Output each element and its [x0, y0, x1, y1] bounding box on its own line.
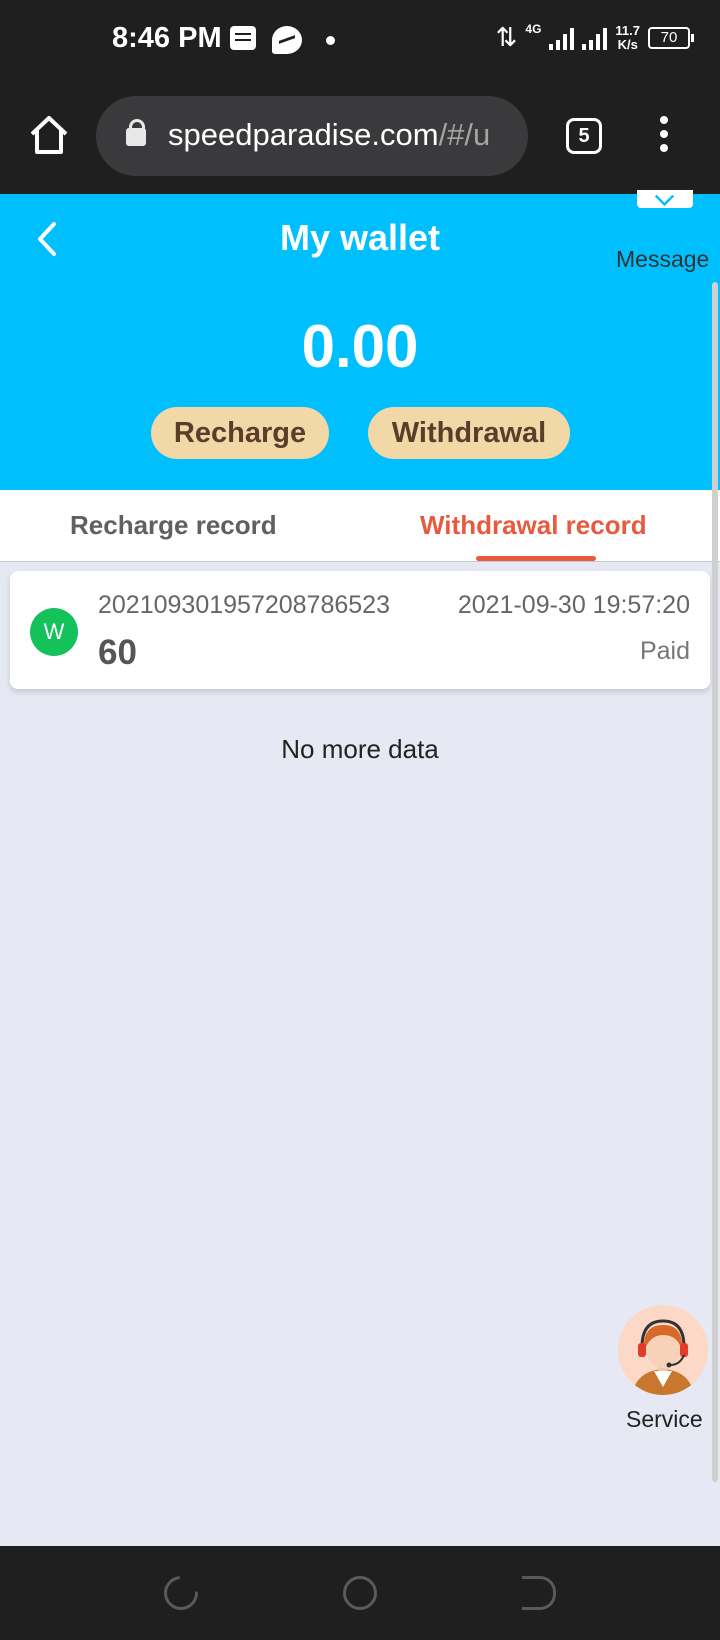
recent-apps-icon[interactable]: [157, 1569, 205, 1617]
signal-icon-2: [582, 26, 608, 50]
status-right: ⇅ 4G 11.7 K/s 70: [495, 22, 694, 53]
scrollbar[interactable]: [712, 282, 718, 1482]
active-tab-indicator: [476, 556, 596, 561]
address-bar[interactable]: speedparadise.com/#/u: [96, 96, 528, 176]
list-end-text: No more data: [281, 734, 439, 764]
lock-icon: [126, 119, 146, 146]
status-time: 8:46 PM: [112, 22, 222, 54]
browser-toolbar: speedparadise.com/#/u 5: [0, 84, 720, 194]
message-button[interactable]: Message: [616, 246, 709, 273]
tab-recharge-record[interactable]: Recharge record: [70, 510, 277, 541]
data-arrows-icon: ⇅: [495, 22, 518, 52]
signal-icon: [549, 26, 575, 50]
home-circle-icon[interactable]: [343, 1576, 377, 1610]
withdrawal-button[interactable]: Withdrawal: [368, 407, 570, 459]
dot-icon: [326, 36, 335, 45]
url-domain: speedparadise.com: [168, 117, 439, 152]
record-avatar: W: [30, 608, 78, 656]
overflow-menu-icon[interactable]: [654, 116, 674, 156]
home-icon[interactable]: [26, 112, 72, 158]
url-path: /#/u: [438, 117, 491, 152]
page-title: My wallet: [279, 217, 441, 258]
network-speed: 11.7 K/s: [615, 22, 640, 52]
tab-withdrawal-record[interactable]: Withdrawal record: [420, 510, 647, 541]
network-type: 4G: [525, 22, 542, 36]
record-amount: 60: [98, 633, 137, 672]
message-icon[interactable]: [637, 190, 693, 208]
back-icon[interactable]: [522, 1576, 556, 1610]
service-label[interactable]: Service: [626, 1406, 703, 1433]
system-nav-bar: [0, 1546, 720, 1640]
messenger-icon: [272, 26, 302, 54]
tabs-icon[interactable]: 5: [566, 118, 602, 154]
record-status: Paid: [639, 637, 690, 665]
record-time: 2021-09-30 19:57:20: [457, 591, 690, 619]
customer-service-agent-icon[interactable]: [618, 1305, 708, 1395]
wallet-header: My wallet Message 0.00 Recharge Withdraw…: [0, 190, 720, 490]
url-text[interactable]: speedparadise.com/#/u: [168, 117, 518, 153]
record-order-number: 202109301957208786523: [98, 591, 390, 619]
wallet-balance: 0.00: [301, 313, 419, 380]
recharge-button[interactable]: Recharge: [151, 407, 329, 459]
record-card[interactable]: W 202109301957208786523 60 2021-09-30 19…: [10, 571, 710, 689]
status-bar: 8:46 PM ⇅ 4G 11.7 K/s 70: [0, 0, 720, 84]
record-tabs: Recharge record Withdrawal record: [0, 490, 720, 562]
speed-value: 11.7: [615, 22, 640, 38]
battery-icon: 70: [648, 26, 694, 49]
news-icon: [230, 26, 256, 50]
speed-unit: K/s: [617, 36, 638, 52]
